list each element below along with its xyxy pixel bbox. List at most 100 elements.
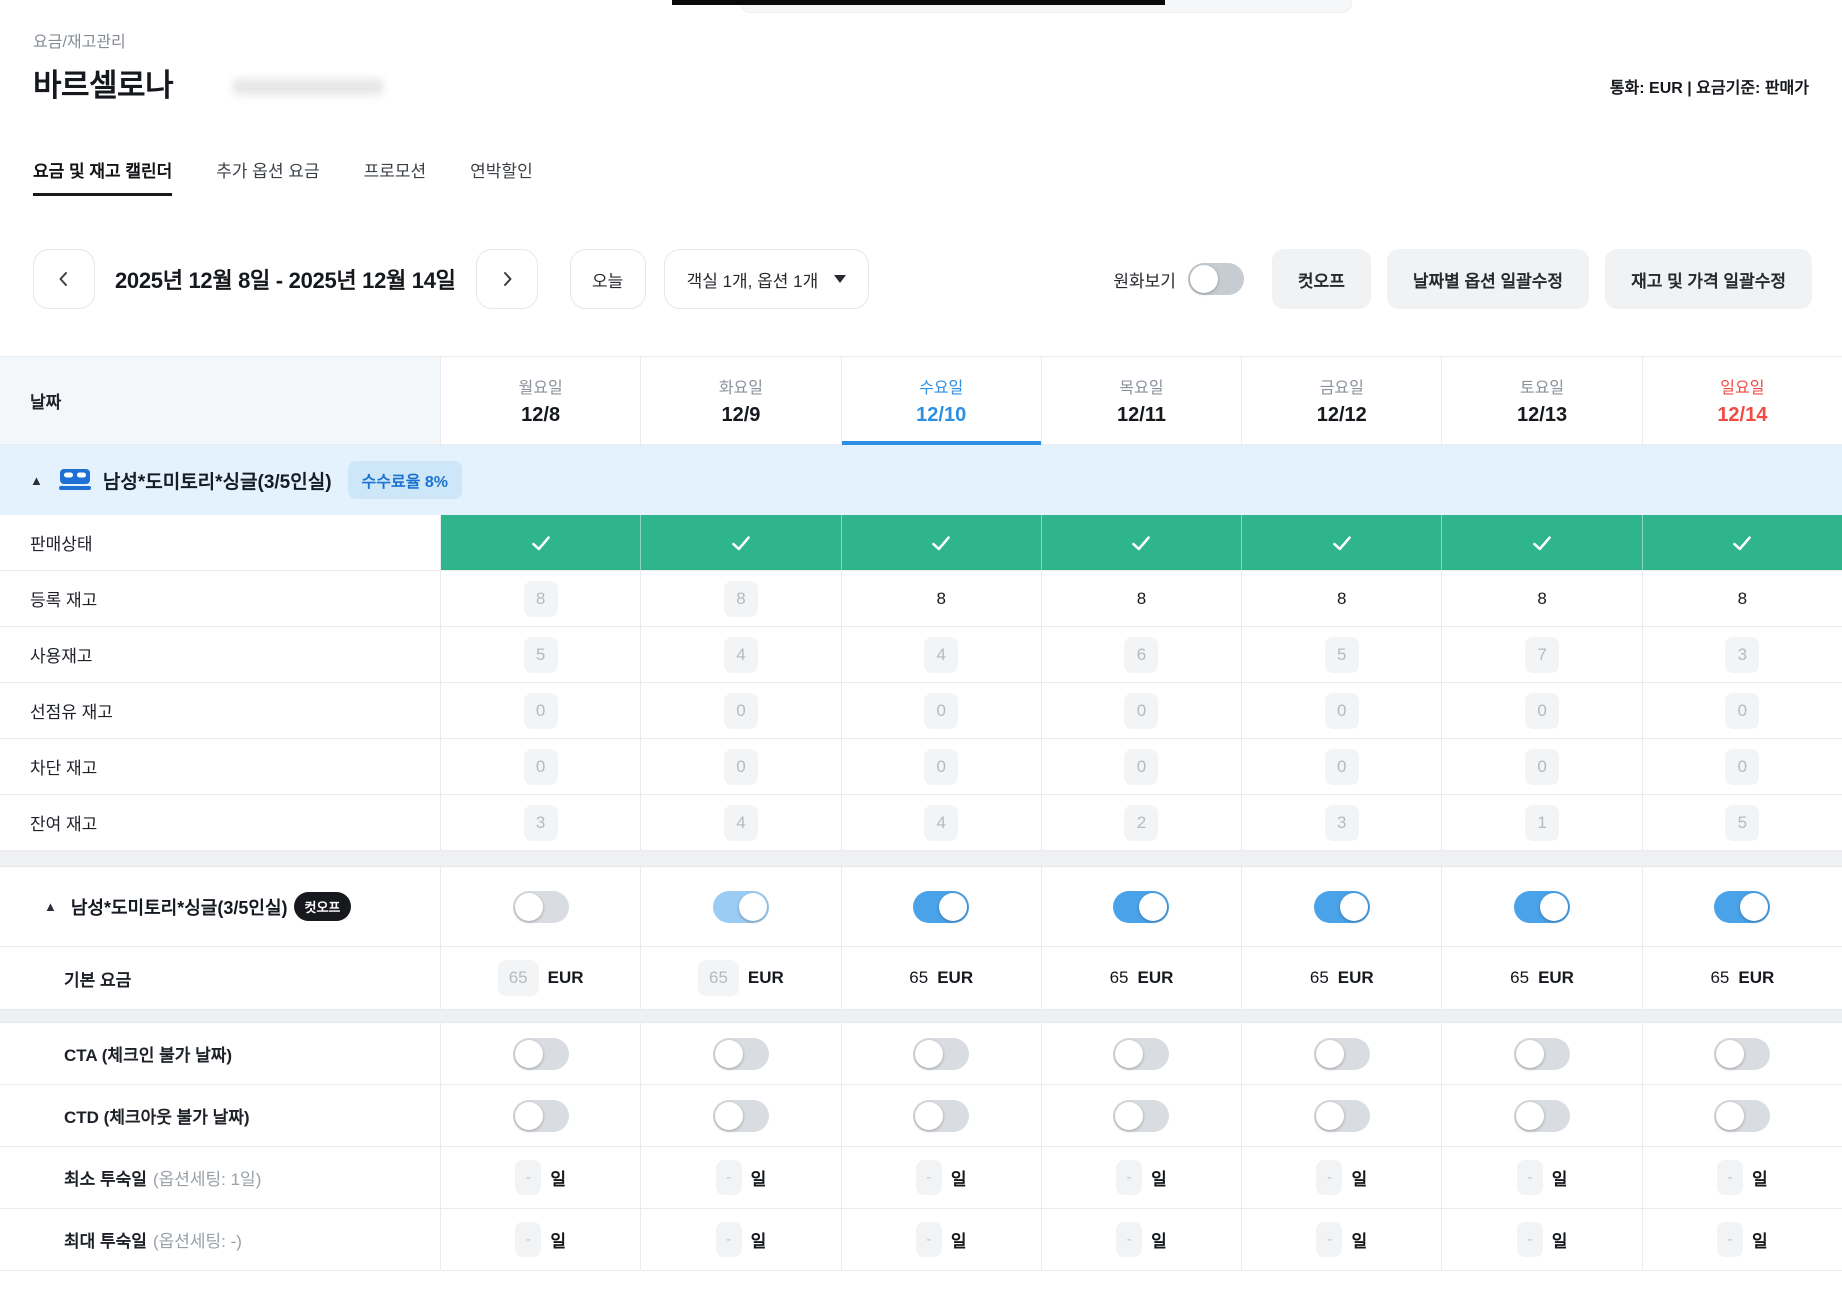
- tab-promotion[interactable]: 프로모션: [364, 157, 427, 196]
- cta-toggle[interactable]: [1514, 1038, 1570, 1070]
- used-stock-value[interactable]: 5: [524, 637, 558, 673]
- rate-plan-label-cell[interactable]: ▲ 남성*도미토리*싱글(3/5인실) 컷오프: [0, 867, 440, 946]
- cta-toggle[interactable]: [513, 1038, 569, 1070]
- sale-status-cell[interactable]: [841, 515, 1041, 570]
- registered-stock-value[interactable]: 8: [1537, 589, 1546, 609]
- day-header-cell[interactable]: 월요일12/8: [440, 357, 640, 444]
- min-stay-value[interactable]: -: [1517, 1160, 1543, 1195]
- base-price-value[interactable]: 65: [698, 960, 739, 996]
- day-header-cell[interactable]: 수요일12/10: [841, 357, 1041, 444]
- krw-toggle[interactable]: [1188, 263, 1244, 295]
- rate-plan-sale-toggle[interactable]: [513, 891, 569, 923]
- base-price-value[interactable]: 65: [909, 968, 928, 988]
- bulk-option-edit-button[interactable]: 날짜별 옵션 일괄수정: [1387, 249, 1589, 309]
- used-stock-value[interactable]: 5: [1325, 637, 1359, 673]
- registered-stock-value[interactable]: 8: [1337, 589, 1346, 609]
- cta-toggle[interactable]: [713, 1038, 769, 1070]
- rate-plan-sale-toggle[interactable]: [913, 891, 969, 923]
- max-stay-value[interactable]: -: [1517, 1222, 1543, 1257]
- ctd-toggle[interactable]: [1714, 1100, 1770, 1132]
- cta-toggle[interactable]: [1314, 1038, 1370, 1070]
- ctd-toggle[interactable]: [1314, 1100, 1370, 1132]
- rate-plan-sale-toggle[interactable]: [713, 891, 769, 923]
- cutoff-button[interactable]: 컷오프: [1272, 249, 1371, 309]
- held-stock-value[interactable]: 0: [524, 693, 558, 729]
- day-header-cell[interactable]: 금요일12/12: [1241, 357, 1441, 444]
- ctd-toggle[interactable]: [913, 1100, 969, 1132]
- held-stock-value[interactable]: 0: [1725, 693, 1759, 729]
- held-stock-value[interactable]: 0: [1124, 693, 1158, 729]
- max-stay-value[interactable]: -: [716, 1222, 742, 1257]
- remaining-stock-value[interactable]: 5: [1725, 805, 1759, 841]
- sale-status-cell[interactable]: [1642, 515, 1842, 570]
- registered-stock-value[interactable]: 8: [1738, 589, 1747, 609]
- room-option-select[interactable]: 객실 1개, 옵션 1개: [664, 249, 870, 309]
- min-stay-value[interactable]: -: [1717, 1160, 1743, 1195]
- base-price-value[interactable]: 65: [1510, 968, 1529, 988]
- rate-plan-sale-toggle[interactable]: [1714, 891, 1770, 923]
- sale-status-cell[interactable]: [1441, 515, 1641, 570]
- registered-stock-value[interactable]: 8: [524, 581, 558, 617]
- remaining-stock-value[interactable]: 4: [724, 805, 758, 841]
- blocked-stock-value[interactable]: 0: [1725, 749, 1759, 785]
- held-stock-value[interactable]: 0: [1325, 693, 1359, 729]
- base-price-value[interactable]: 65: [1110, 968, 1129, 988]
- base-price-value[interactable]: 65: [498, 960, 539, 996]
- tab-long-stay-discount[interactable]: 연박할인: [470, 157, 533, 196]
- day-header-cell[interactable]: 화요일12/9: [640, 357, 840, 444]
- next-week-button[interactable]: [476, 249, 538, 309]
- tab-extra-option[interactable]: 추가 옵션 요금: [216, 157, 319, 196]
- blocked-stock-value[interactable]: 0: [1325, 749, 1359, 785]
- used-stock-value[interactable]: 4: [924, 637, 958, 673]
- ctd-toggle[interactable]: [1514, 1100, 1570, 1132]
- rate-plan-sale-toggle[interactable]: [1113, 891, 1169, 923]
- used-stock-value[interactable]: 7: [1525, 637, 1559, 673]
- blocked-stock-value[interactable]: 0: [1124, 749, 1158, 785]
- blocked-stock-value[interactable]: 0: [924, 749, 958, 785]
- day-header-cell[interactable]: 목요일12/11: [1041, 357, 1241, 444]
- remaining-stock-value[interactable]: 4: [924, 805, 958, 841]
- used-stock-value[interactable]: 4: [724, 637, 758, 673]
- blocked-stock-value[interactable]: 0: [724, 749, 758, 785]
- cta-toggle[interactable]: [913, 1038, 969, 1070]
- blocked-stock-value[interactable]: 0: [524, 749, 558, 785]
- base-price-value[interactable]: 65: [1710, 968, 1729, 988]
- registered-stock-value[interactable]: 8: [1137, 589, 1146, 609]
- rate-plan-sale-toggle[interactable]: [1314, 891, 1370, 923]
- registered-stock-value[interactable]: 8: [936, 589, 945, 609]
- held-stock-value[interactable]: 0: [724, 693, 758, 729]
- used-stock-value[interactable]: 3: [1725, 637, 1759, 673]
- bulk-stock-price-edit-button[interactable]: 재고 및 가격 일괄수정: [1605, 249, 1812, 309]
- prev-week-button[interactable]: [33, 249, 95, 309]
- max-stay-value[interactable]: -: [1316, 1222, 1342, 1257]
- max-stay-value[interactable]: -: [916, 1222, 942, 1257]
- ctd-toggle[interactable]: [713, 1100, 769, 1132]
- sale-status-cell[interactable]: [1241, 515, 1441, 570]
- min-stay-value[interactable]: -: [515, 1160, 541, 1195]
- remaining-stock-value[interactable]: 3: [1325, 805, 1359, 841]
- registered-stock-value[interactable]: 8: [724, 581, 758, 617]
- today-button[interactable]: 오늘: [570, 249, 646, 309]
- max-stay-value[interactable]: -: [515, 1222, 541, 1257]
- remaining-stock-value[interactable]: 1: [1525, 805, 1559, 841]
- max-stay-value[interactable]: -: [1116, 1222, 1142, 1257]
- min-stay-value[interactable]: -: [716, 1160, 742, 1195]
- ctd-toggle[interactable]: [513, 1100, 569, 1132]
- rate-plan-sale-toggle[interactable]: [1514, 891, 1570, 923]
- tab-rate-calendar[interactable]: 요금 및 재고 캘린더: [33, 157, 172, 196]
- cta-toggle[interactable]: [1714, 1038, 1770, 1070]
- base-price-value[interactable]: 65: [1310, 968, 1329, 988]
- min-stay-value[interactable]: -: [1316, 1160, 1342, 1195]
- sale-status-cell[interactable]: [640, 515, 840, 570]
- ctd-toggle[interactable]: [1113, 1100, 1169, 1132]
- held-stock-value[interactable]: 0: [924, 693, 958, 729]
- remaining-stock-value[interactable]: 3: [524, 805, 558, 841]
- cta-toggle[interactable]: [1113, 1038, 1169, 1070]
- sale-status-cell[interactable]: [1041, 515, 1241, 570]
- day-header-cell[interactable]: 일요일12/14: [1642, 357, 1842, 444]
- day-header-cell[interactable]: 토요일12/13: [1441, 357, 1641, 444]
- blocked-stock-value[interactable]: 0: [1525, 749, 1559, 785]
- used-stock-value[interactable]: 6: [1124, 637, 1158, 673]
- min-stay-value[interactable]: -: [916, 1160, 942, 1195]
- held-stock-value[interactable]: 0: [1525, 693, 1559, 729]
